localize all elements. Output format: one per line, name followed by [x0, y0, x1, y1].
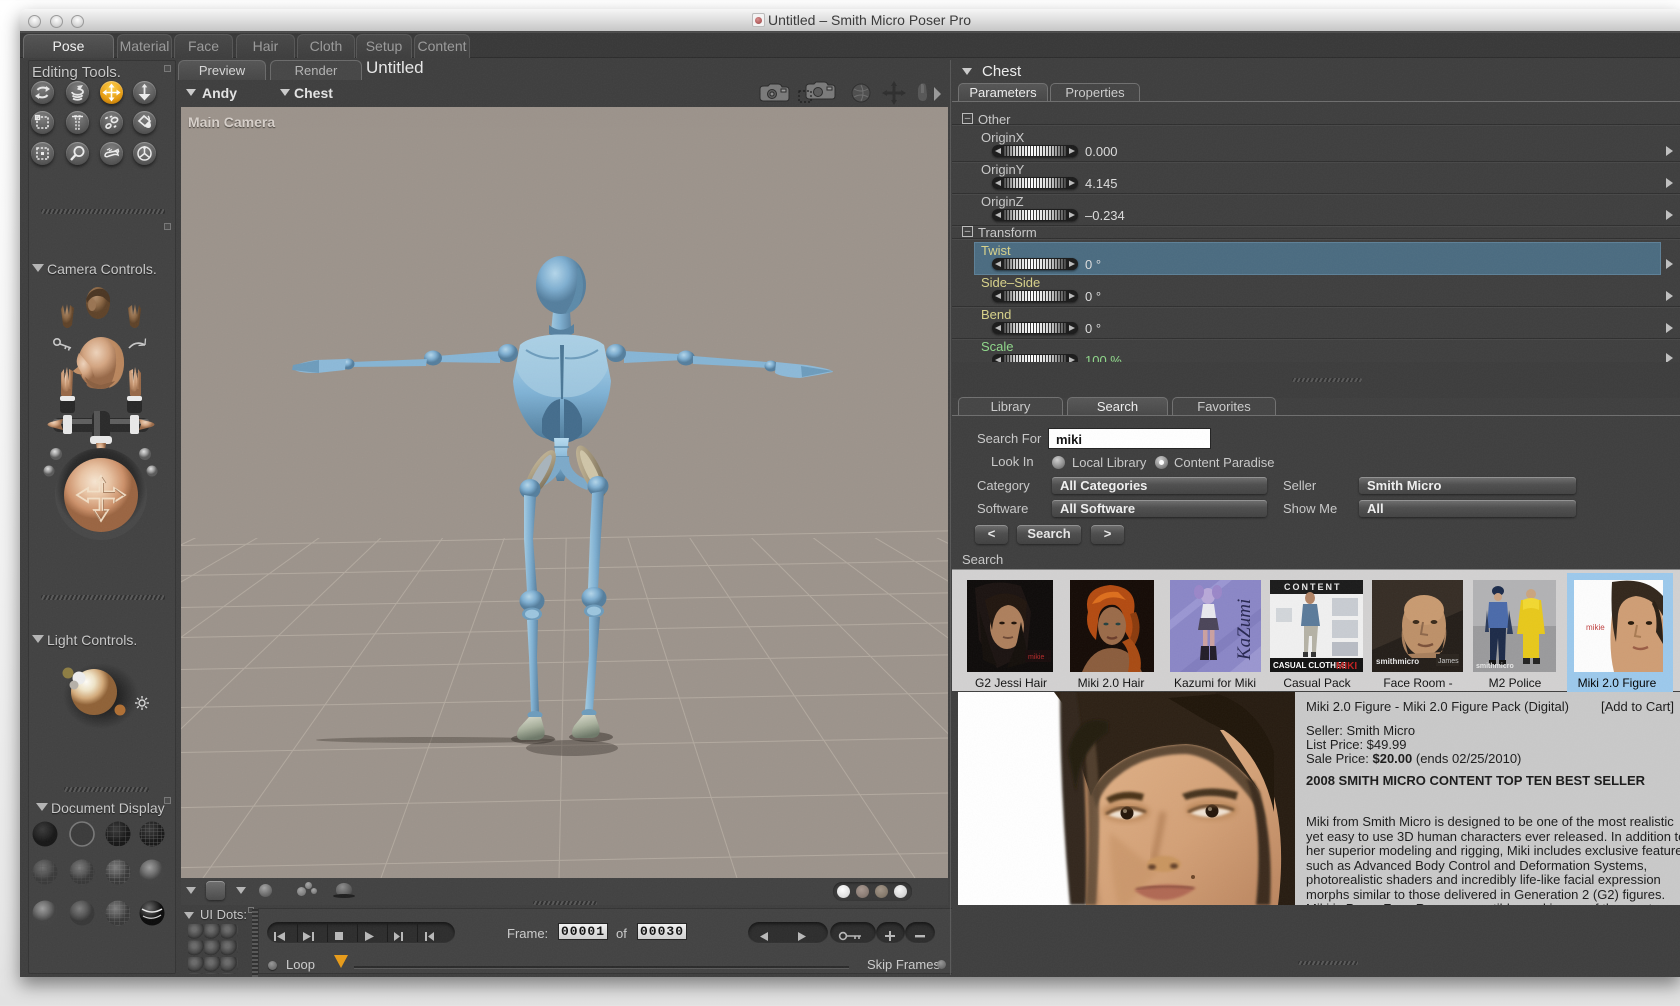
svg-text:mikie: mikie	[1586, 623, 1605, 632]
svg-text:CONTENT: CONTENT	[1284, 582, 1342, 592]
svg-text:smithmicro: smithmicro	[1476, 663, 1514, 670]
svg-text:James: James	[1438, 658, 1459, 665]
svg-text:smithmicro: smithmicro	[1376, 657, 1419, 666]
svg-text:mikie: mikie	[1028, 654, 1044, 661]
svg-text:MIKI: MIKI	[1336, 661, 1357, 672]
svg-text:KaZumi: KaZumi	[1234, 599, 1255, 661]
